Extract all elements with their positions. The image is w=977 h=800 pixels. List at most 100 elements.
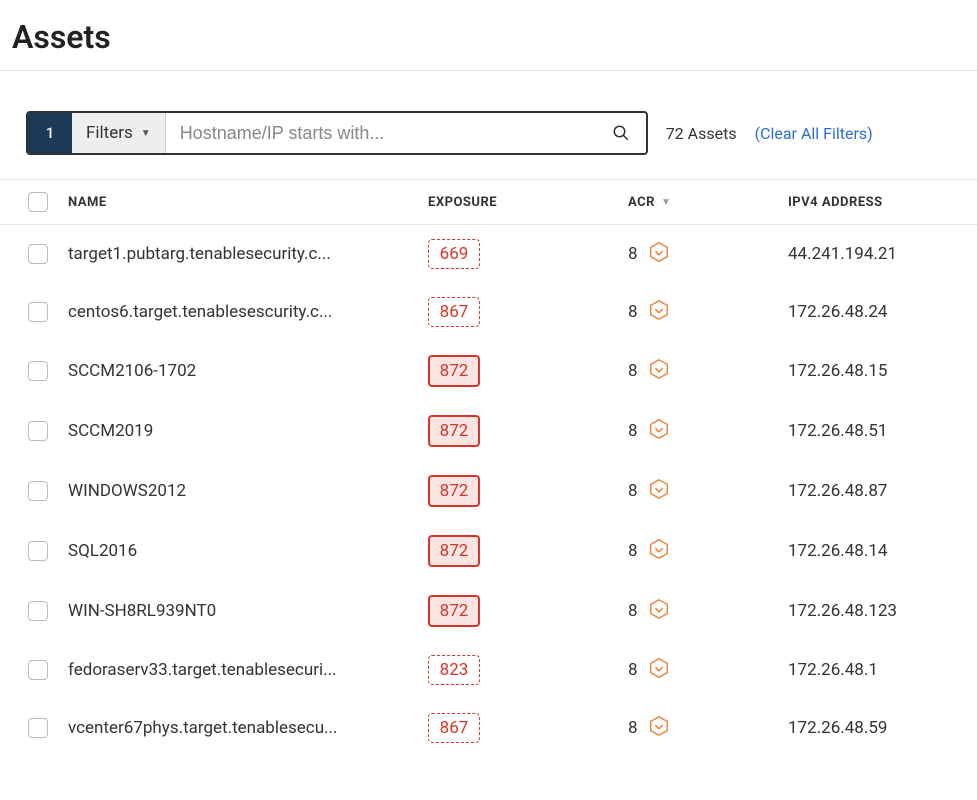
- table-row[interactable]: SQL2016872 8 172.26.48.14: [0, 521, 977, 581]
- shield-hexagon-icon: [648, 299, 670, 326]
- filter-count-badge: 1: [28, 113, 72, 153]
- acr-cell: 8: [628, 538, 788, 565]
- asset-name: target1.pubtarg.tenablesecurity.c...: [68, 244, 428, 264]
- ipv4-address: 44.241.194.21: [788, 244, 977, 264]
- shield-hexagon-icon: [648, 538, 670, 565]
- asset-name: SQL2016: [68, 541, 428, 561]
- filters-label: Filters: [86, 123, 133, 143]
- table-row[interactable]: SCCM20198728172.26.48.51: [0, 401, 977, 461]
- shield-hexagon-icon: [648, 358, 670, 385]
- ipv4-address: 172.26.48.1: [788, 660, 977, 680]
- filter-input-group: 1 Filters ▼: [26, 111, 648, 155]
- search-input[interactable]: [166, 113, 596, 153]
- acr-cell: 8: [628, 657, 788, 684]
- exposure-cell: 867: [428, 713, 628, 743]
- shield-hexagon-icon: [648, 418, 670, 445]
- row-check-cell: [0, 660, 68, 680]
- chevron-down-icon: ▼: [661, 197, 671, 208]
- acr-cell: 8: [628, 241, 788, 268]
- col-name[interactable]: NAME: [68, 195, 428, 210]
- acr-cell: 8: [628, 715, 788, 742]
- exposure-badge: 867: [428, 713, 480, 743]
- row-checkbox[interactable]: [28, 601, 48, 621]
- row-check-cell: [0, 601, 68, 621]
- table-row[interactable]: WIN-SH8RL939NT08728 172.26.48.123: [0, 581, 977, 641]
- asset-name: WIN-SH8RL939NT0: [68, 601, 428, 621]
- ipv4-address: 172.26.48.14: [788, 541, 977, 561]
- col-acr-label: ACR: [628, 195, 655, 210]
- row-checkbox[interactable]: [28, 244, 48, 264]
- acr-cell: 8: [628, 299, 788, 326]
- exposure-badge: 872: [428, 355, 480, 387]
- acr-cell: 8: [628, 598, 788, 625]
- ipv4-address: 172.26.48.123: [788, 601, 977, 621]
- exposure-cell: 872: [428, 595, 628, 627]
- exposure-cell: 872: [428, 355, 628, 387]
- chevron-down-icon: ▼: [141, 128, 151, 139]
- row-checkbox[interactable]: [28, 302, 48, 322]
- row-checkbox[interactable]: [28, 660, 48, 680]
- table-body: target1.pubtarg.tenablesecurity.c...669 8…: [0, 225, 977, 757]
- search-icon: [612, 124, 630, 142]
- clear-filters-link[interactable]: Clear All Filters: [760, 124, 867, 143]
- exposure-cell: 872: [428, 415, 628, 447]
- shield-hexagon-icon: [648, 478, 670, 505]
- acr-value: 8: [628, 660, 638, 680]
- table-row[interactable]: fedoraserv33.target.tenablesecuri...823 8…: [0, 641, 977, 699]
- shield-hexagon-icon: [648, 657, 670, 684]
- exposure-badge: 872: [428, 415, 480, 447]
- exposure-badge: 823: [428, 655, 480, 685]
- acr-value: 8: [628, 481, 638, 501]
- page-title: Assets: [0, 0, 977, 71]
- row-check-cell: [0, 244, 68, 264]
- acr-value: 8: [628, 718, 638, 738]
- acr-value: 8: [628, 541, 638, 561]
- exposure-badge: 872: [428, 535, 480, 567]
- row-check-cell: [0, 421, 68, 441]
- exposure-cell: 872: [428, 475, 628, 507]
- row-checkbox[interactable]: [28, 481, 48, 501]
- shield-hexagon-icon: [648, 715, 670, 742]
- asset-name: fedoraserv33.target.tenablesecuri...: [68, 660, 428, 680]
- table-row[interactable]: target1.pubtarg.tenablesecurity.c...669 8…: [0, 225, 977, 283]
- acr-value: 8: [628, 601, 638, 621]
- row-checkbox[interactable]: [28, 361, 48, 381]
- exposure-cell: 669: [428, 239, 628, 269]
- row-checkbox[interactable]: [28, 718, 48, 738]
- row-checkbox[interactable]: [28, 541, 48, 561]
- ipv4-address: 172.26.48.15: [788, 361, 977, 381]
- table-row[interactable]: centos6.target.tenablesescurity.c...867 8…: [0, 283, 977, 341]
- shield-hexagon-icon: [648, 241, 670, 268]
- exposure-cell: 867: [428, 297, 628, 327]
- row-check-cell: [0, 541, 68, 561]
- acr-cell: 8: [628, 478, 788, 505]
- exposure-badge: 867: [428, 297, 480, 327]
- asset-name: SCCM2106-1702: [68, 361, 428, 381]
- acr-value: 8: [628, 302, 638, 322]
- col-exposure[interactable]: EXPOSURE: [428, 195, 628, 210]
- table-row[interactable]: SCCM2106-17028728172.26.48.15: [0, 341, 977, 401]
- col-acr[interactable]: ACR ▼: [628, 195, 788, 210]
- filter-bar: 1 Filters ▼ 72 Assets (Clear All Filters…: [0, 71, 977, 179]
- asset-count: 72 Assets: [666, 124, 737, 143]
- table-row[interactable]: WINDOWS20128728172.26.48.87: [0, 461, 977, 521]
- shield-hexagon-icon: [648, 598, 670, 625]
- assets-table: NAME EXPOSURE ACR ▼ IPV4 ADDRESS target1…: [0, 179, 977, 757]
- acr-value: 8: [628, 244, 638, 264]
- exposure-badge: 669: [428, 239, 480, 269]
- row-check-cell: [0, 302, 68, 322]
- row-check-cell: [0, 361, 68, 381]
- ipv4-address: 172.26.48.24: [788, 302, 977, 322]
- table-row[interactable]: vcenter67phys.target.tenablesecu...86781…: [0, 699, 977, 757]
- search-button[interactable]: [596, 113, 646, 153]
- select-all-checkbox[interactable]: [28, 192, 48, 212]
- paren-close: ): [867, 124, 873, 143]
- row-checkbox[interactable]: [28, 421, 48, 441]
- table-header: NAME EXPOSURE ACR ▼ IPV4 ADDRESS: [0, 179, 977, 225]
- filters-button[interactable]: Filters ▼: [72, 113, 166, 153]
- asset-name: WINDOWS2012: [68, 481, 428, 501]
- col-ipv4[interactable]: IPV4 ADDRESS: [788, 195, 977, 210]
- row-check-cell: [0, 481, 68, 501]
- ipv4-address: 172.26.48.51: [788, 421, 977, 441]
- asset-name: centos6.target.tenablesescurity.c...: [68, 302, 428, 322]
